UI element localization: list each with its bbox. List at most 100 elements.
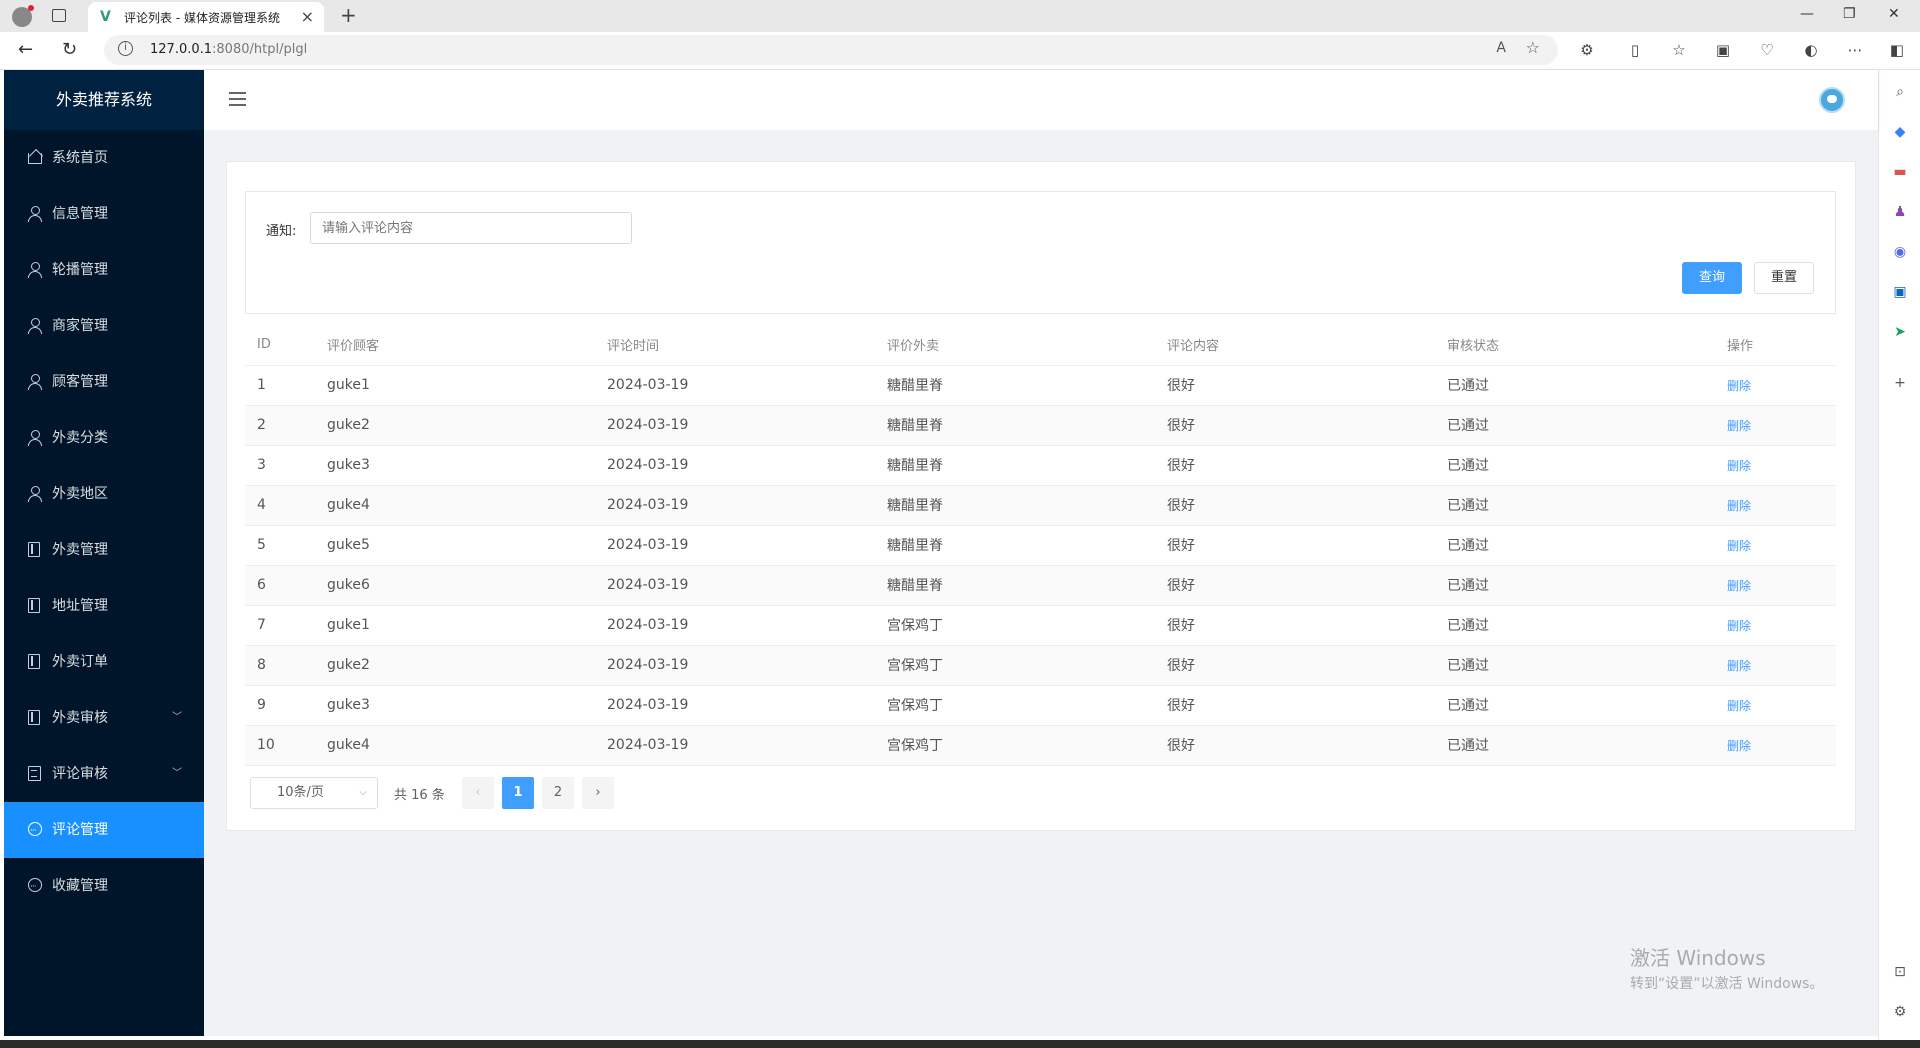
refresh-icon[interactable]: ↻ (62, 39, 77, 60)
office-icon[interactable]: ◉ (1890, 242, 1910, 262)
sidebar-item-7[interactable]: 外卖管理 (4, 522, 204, 578)
delete-link[interactable]: 删除 (1715, 445, 1836, 486)
sidebar-item-label: 系统首页 (52, 150, 108, 166)
outlook-icon[interactable]: ▣ (1890, 282, 1910, 302)
table-cell: 2024-03-19 (595, 525, 875, 566)
search-icon[interactable]: ⌕ (1890, 82, 1910, 102)
chevron-down-icon: ﹀ (172, 712, 182, 723)
sidebar-item-0[interactable]: 系统首页 (4, 130, 204, 186)
collapse-menu-icon[interactable] (229, 92, 246, 106)
reset-button[interactable]: 重置 (1754, 262, 1814, 294)
page-size-select[interactable]: 10条/页 ⌵ (250, 777, 378, 809)
split-screen-icon[interactable]: ▯ (1626, 41, 1644, 59)
settings-gear-icon[interactable]: ⚙ (1890, 1002, 1910, 1022)
browser-tab[interactable]: V 评论列表 - 媒体资源管理系统 × (88, 2, 324, 32)
browser-tab-bar: V 评论列表 - 媒体资源管理系统 × + — ❐ ✕ (0, 0, 1920, 32)
sidebar-item-12[interactable]: 评论管理 (4, 802, 204, 859)
table-cell: 2024-03-19 (595, 365, 875, 406)
more-menu-icon[interactable]: ⋯ (1846, 41, 1864, 59)
tab-close-icon[interactable]: × (301, 7, 314, 26)
user-icon (28, 374, 42, 390)
sidebar-item-2[interactable]: 轮播管理 (4, 242, 204, 298)
screenshot-icon[interactable]: ⊡ (1890, 962, 1910, 982)
table-cell: guke4 (315, 485, 595, 526)
table-cell: 很好 (1155, 565, 1435, 606)
collections-icon[interactable]: ▣ (1714, 41, 1732, 59)
restore-icon[interactable]: ❐ (1843, 6, 1856, 22)
delete-link[interactable]: 删除 (1715, 405, 1836, 446)
top-header (204, 70, 1878, 130)
sidebar-item-11[interactable]: 评论审核 ﹀ (4, 746, 204, 802)
minimize-icon[interactable]: — (1800, 6, 1814, 22)
filter-label: 通知: (266, 224, 297, 239)
delete-link[interactable]: 删除 (1715, 605, 1836, 646)
search-button[interactable]: 查询 (1682, 262, 1742, 294)
list-icon (28, 766, 41, 781)
tab-actions-icon[interactable] (52, 9, 66, 22)
site-info-icon[interactable]: i (118, 41, 133, 56)
drop-icon[interactable]: ➤ (1890, 322, 1910, 342)
delete-link[interactable]: 删除 (1715, 685, 1836, 726)
avatar[interactable] (1819, 87, 1845, 113)
edge-sidebar: ⌕ ◆ ▬ ♟ ◉ ▣ ➤ + ⊡ ⚙ (1878, 70, 1920, 1040)
table-cell: 很好 (1155, 645, 1435, 686)
page-button-2[interactable]: 2 (542, 777, 574, 809)
table-cell: 2024-03-19 (595, 405, 875, 446)
sidebar-toggle-icon[interactable]: ◧ (1888, 41, 1906, 59)
favorites-icon[interactable]: ☆ (1670, 41, 1688, 59)
table-cell: 宫保鸡丁 (875, 645, 1155, 686)
add-sidebar-app-icon[interactable]: + (1890, 373, 1910, 393)
delete-link[interactable]: 删除 (1715, 725, 1836, 766)
delete-link[interactable]: 删除 (1715, 365, 1836, 406)
tools-icon[interactable]: ▬ (1890, 162, 1910, 182)
games-icon[interactable]: ♟ (1890, 202, 1910, 222)
sidebar-item-8[interactable]: 地址管理 (4, 578, 204, 634)
document-icon (28, 654, 40, 669)
shopping-icon[interactable]: ◆ (1890, 122, 1910, 142)
table-cell: 2024-03-19 (595, 485, 875, 526)
table-row: 7 guke1 2024-03-19 宫保鸡丁 很好 已通过 删除 (245, 605, 1836, 646)
favorite-star-icon[interactable]: ☆ (1526, 38, 1540, 57)
url-field[interactable]: i 127.0.0.1:8080/htpl/plgl A ☆ (104, 35, 1558, 65)
browser-essentials-icon[interactable]: ♡ (1758, 41, 1776, 59)
document-icon (28, 542, 40, 557)
prev-page-button[interactable]: ‹ (462, 777, 494, 809)
read-aloud-icon[interactable]: A (1496, 40, 1506, 56)
sidebar-item-label: 顾客管理 (52, 374, 108, 390)
sidebar-item-6[interactable]: 外卖地区 (4, 466, 204, 522)
delete-link[interactable]: 删除 (1715, 645, 1836, 686)
column-header: 评价顾客 (315, 325, 595, 366)
table-cell: 很好 (1155, 405, 1435, 446)
comment-search-input[interactable] (310, 212, 632, 244)
table-cell: 2024-03-19 (595, 725, 875, 766)
sidebar-item-1[interactable]: 信息管理 (4, 186, 204, 242)
table-row: 10 guke4 2024-03-19 宫保鸡丁 很好 已通过 删除 (245, 725, 1836, 766)
copilot-icon[interactable]: ◐ (1802, 41, 1820, 59)
new-tab-icon[interactable]: + (340, 3, 357, 27)
table-header-row: ID 评价顾客 评论时间 评价外卖 评论内容 审核状态 操作 (245, 325, 1836, 366)
column-header: 评论内容 (1155, 325, 1435, 366)
close-window-icon[interactable]: ✕ (1888, 6, 1900, 22)
delete-link[interactable]: 删除 (1715, 565, 1836, 606)
sidebar-item-9[interactable]: 外卖订单 (4, 634, 204, 690)
sidebar-item-label: 信息管理 (52, 206, 108, 222)
extensions-icon[interactable]: ⚙ (1578, 41, 1596, 59)
back-icon[interactable]: ← (18, 39, 33, 60)
sidebar-item-5[interactable]: 外卖分类 (4, 410, 204, 466)
page-button-1[interactable]: 1 (502, 777, 534, 809)
profile-icon[interactable] (12, 5, 34, 27)
table-cell: 已通过 (1435, 405, 1715, 446)
user-icon (28, 262, 42, 278)
next-page-button[interactable]: › (582, 777, 614, 809)
sidebar-item-10[interactable]: 外卖审核 ﹀ (4, 690, 204, 746)
table-cell: 很好 (1155, 365, 1435, 406)
table-cell: 已通过 (1435, 485, 1715, 526)
delete-link[interactable]: 删除 (1715, 525, 1836, 566)
sidebar-item-13[interactable]: 收藏管理 (4, 858, 204, 915)
sidebar-item-4[interactable]: 顾客管理 (4, 354, 204, 410)
delete-link[interactable]: 删除 (1715, 485, 1836, 526)
document-icon (28, 598, 40, 613)
sidebar-item-label: 地址管理 (52, 598, 108, 614)
chevron-down-icon: ﹀ (172, 768, 182, 779)
sidebar-item-3[interactable]: 商家管理 (4, 298, 204, 354)
